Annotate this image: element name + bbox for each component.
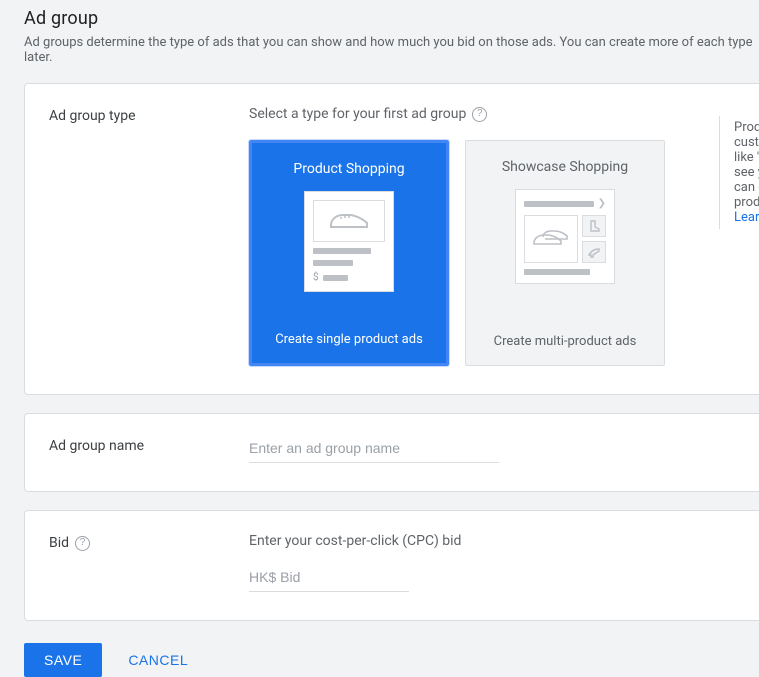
card-title: Showcase Shopping [502, 159, 628, 175]
save-button[interactable]: SAVE [24, 643, 102, 677]
placeholder-line [313, 260, 353, 266]
ad-group-type-subtitle: Select a type for your first ad group [249, 106, 466, 122]
product-preview: $ [304, 191, 394, 292]
showcase-preview: ❯ [515, 189, 615, 284]
bid-description: Enter your cost-per-click (CPC) bid [249, 533, 759, 549]
placeholder-line [524, 269, 590, 275]
page-description: Ad groups determine the type of ads that… [24, 35, 759, 65]
ad-group-name-input[interactable] [249, 436, 499, 463]
ad-group-name-label: Ad group name [49, 436, 249, 454]
card-subtitle: Create single product ads [275, 332, 423, 347]
heel-icon [582, 241, 606, 263]
placeholder-line [524, 201, 594, 207]
card-subtitle: Create multi-product ads [494, 334, 637, 349]
chevron-right-icon: ❯ [598, 198, 606, 209]
boot-icon [582, 215, 606, 237]
bid-panel: Bid ? Enter your cost-per-click (CPC) bi… [24, 510, 759, 621]
ad-group-type-label: Ad group type [49, 106, 249, 124]
placeholder-price: $ [313, 272, 385, 283]
shoe-pair-icon [524, 215, 578, 263]
cancel-button[interactable]: CANCEL [122, 651, 194, 669]
bid-input[interactable] [249, 565, 409, 592]
help-icon[interactable]: ? [75, 536, 90, 551]
page-title: Ad group [24, 8, 759, 29]
side-info-panel: Produ custo like 'w see yo can cl produ … [719, 116, 759, 229]
card-product-shopping[interactable]: Product Shopping [249, 140, 449, 366]
learn-more-link[interactable]: Learn [734, 210, 759, 225]
bid-label: Bid [49, 535, 69, 551]
ad-group-name-panel: Ad group name [24, 413, 759, 492]
placeholder-line [313, 248, 371, 254]
help-icon[interactable]: ? [472, 107, 487, 122]
shoe-icon [313, 200, 385, 242]
card-showcase-shopping[interactable]: Showcase Shopping ❯ [465, 140, 665, 366]
ad-group-type-panel: Ad group type Select a type for your fir… [24, 83, 759, 395]
card-title: Product Shopping [293, 161, 404, 177]
